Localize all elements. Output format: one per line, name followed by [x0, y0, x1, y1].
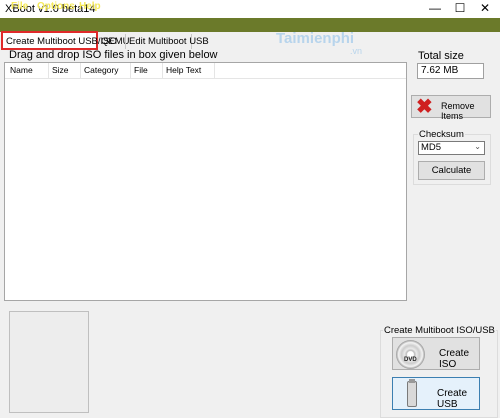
calculate-button[interactable]: Calculate: [418, 161, 485, 180]
tab-qemu[interactable]: QEMU: [98, 34, 130, 49]
total-size-value: 7.62 MB: [417, 63, 484, 79]
preview-panel: [9, 311, 89, 413]
dvd-disc-icon-text: DVD: [404, 357, 417, 363]
watermark-suffix: .vn: [350, 46, 363, 56]
checksum-label: Checksum: [418, 129, 465, 140]
column-size[interactable]: Size: [49, 65, 69, 79]
menu-help[interactable]: Help: [79, 1, 101, 12]
usb-drive-icon-cap: [409, 379, 415, 383]
checksum-select[interactable]: MD5 ⌄: [418, 141, 485, 155]
drop-instruction: Drag and drop ISO files in box given bel…: [9, 49, 218, 61]
maximize-button[interactable]: ☐: [447, 0, 473, 18]
total-size-label: Total size: [418, 50, 464, 62]
column-divider[interactable]: [214, 63, 215, 79]
create-iso-button[interactable]: DVD Create ISO: [392, 337, 480, 370]
list-header: Name Size Category File Help Text: [5, 63, 406, 79]
checksum-selected-value: MD5: [421, 142, 442, 153]
column-name[interactable]: Name: [7, 65, 33, 79]
create-multiboot-group-label: Create Multiboot ISO/USB: [383, 325, 496, 336]
watermark: Taimienphi: [276, 30, 355, 47]
remove-items-label: Remove Items: [441, 101, 475, 121]
minimize-button[interactable]: —: [422, 0, 448, 18]
menu-bar: [0, 18, 500, 32]
create-usb-label: Create USB: [437, 388, 468, 410]
column-help-text[interactable]: Help Text: [163, 65, 201, 79]
red-x-icon: ✖: [416, 96, 433, 118]
dvd-disc-icon: [396, 340, 425, 369]
column-file[interactable]: File: [131, 65, 148, 79]
create-usb-button[interactable]: Create USB: [392, 377, 480, 410]
remove-items-button[interactable]: ✖ Remove Items: [411, 95, 491, 121]
tab-create-multiboot[interactable]: Create Multiboot USB/ISO: [1, 31, 117, 50]
chevron-down-icon: ⌄: [474, 142, 481, 151]
usb-drive-icon: [407, 381, 417, 407]
menu-file[interactable]: File: [11, 1, 28, 12]
create-iso-label: Create ISO: [439, 348, 470, 370]
iso-file-list[interactable]: Name Size Category File Help Text: [4, 62, 407, 301]
close-button[interactable]: ✕: [472, 0, 498, 18]
column-category[interactable]: Category: [81, 65, 119, 79]
menu-options[interactable]: Options: [37, 1, 75, 12]
tab-edit-multiboot[interactable]: Edit Multiboot USB: [125, 34, 209, 49]
